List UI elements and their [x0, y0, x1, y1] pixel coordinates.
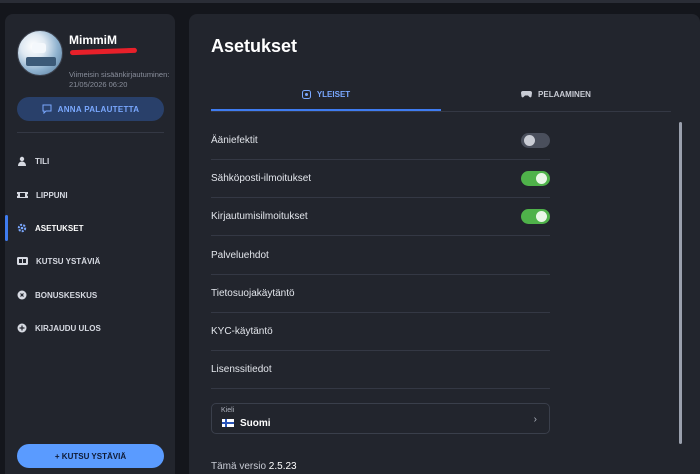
sidebar-item-label: KIRJAUDU ULOS — [35, 323, 101, 333]
gear-icon — [17, 223, 27, 233]
settings-panel: Asetukset YLEISET PELAAMINEN Ääniefektit… — [189, 14, 700, 474]
sidebar-item-label: BONUSKESKUS — [35, 290, 98, 300]
sidebar-divider — [17, 132, 164, 133]
link-terms-of-service[interactable]: Palveluehdot — [211, 237, 550, 275]
sidebar-item-tickets[interactable]: LIPPUNI — [5, 180, 175, 210]
sidebar-item-account[interactable]: TILI — [5, 146, 175, 176]
logout-icon — [17, 323, 27, 333]
sidebar-item-settings[interactable]: ASETUKSET — [5, 213, 175, 243]
sidebar-item-logout[interactable]: KIRJAUDU ULOS — [5, 313, 175, 343]
login-notifications-toggle[interactable] — [521, 209, 550, 224]
sidebar-item-label: LIPPUNI — [36, 190, 68, 200]
link-privacy-policy[interactable]: Tietosuojakäytäntö — [211, 275, 550, 313]
redaction-mark — [69, 47, 138, 56]
setting-sound-effects: Ääniefektit — [211, 122, 550, 160]
sidebar-item-label: TILI — [35, 156, 50, 166]
top-bar — [0, 0, 700, 3]
link-label: Lisenssitiedot — [211, 364, 272, 375]
version-info: Tämä versio 2.5.23 — [211, 461, 297, 472]
setting-label: Ääniefektit — [211, 135, 258, 146]
setting-email-notifications: Sähköposti-ilmoitukset — [211, 160, 550, 198]
link-label: Palveluehdot — [211, 250, 269, 261]
sound-effects-toggle[interactable] — [521, 133, 550, 148]
language-value: Suomi — [240, 418, 271, 429]
avatar[interactable] — [17, 30, 63, 76]
chevron-right-icon: › — [533, 414, 537, 425]
username: MimmiM — [69, 33, 117, 47]
sidebar: MimmiM Viimeisin sisäänkirjautuminen: 21… — [5, 14, 175, 474]
scrollbar[interactable] — [679, 122, 682, 444]
page-title: Asetukset — [211, 36, 298, 56]
user-icon — [18, 156, 26, 166]
bonus-icon — [17, 290, 27, 300]
finland-flag-icon — [222, 419, 234, 427]
version-label: Tämä versio — [211, 461, 267, 472]
tab-gaming[interactable]: PELAAMINEN — [441, 76, 671, 112]
setting-login-notifications: Kirjautumisilmoitukset — [211, 198, 550, 236]
last-login-text: Viimeisin sisäänkirjautuminen: 21/05/202… — [69, 70, 170, 89]
language-label: Kieli — [221, 407, 235, 414]
sidebar-item-label: ASETUKSET — [35, 223, 84, 233]
tab-divider — [211, 111, 671, 112]
chat-icon — [42, 104, 52, 114]
version-number: 2.5.23 — [268, 461, 297, 472]
feedback-button-label: ANNA PALAUTETTA — [57, 104, 140, 114]
ticket-icon — [17, 192, 28, 198]
sidebar-item-invite-friends[interactable]: KUTSU YSTÄVIÄ — [5, 246, 175, 276]
invite-friends-button[interactable]: + KUTSU YSTÄVIÄ — [17, 444, 164, 468]
feedback-button[interactable]: ANNA PALAUTETTA — [17, 97, 164, 121]
link-license-info[interactable]: Lisenssitiedot — [211, 351, 550, 389]
invite-friends-icon — [17, 257, 28, 265]
gamepad-icon — [521, 91, 533, 98]
sidebar-item-label: KUTSU YSTÄVIÄ — [36, 256, 101, 266]
setting-label: Sähköposti-ilmoitukset — [211, 173, 312, 184]
sidebar-item-bonus-center[interactable]: BONUSKESKUS — [5, 280, 175, 310]
link-label: KYC-käytäntö — [211, 326, 273, 337]
tab-general[interactable]: YLEISET — [211, 76, 441, 112]
tab-label: PELAAMINEN — [538, 89, 591, 99]
link-label: Tietosuojakäytäntö — [211, 288, 295, 299]
setting-label: Kirjautumisilmoitukset — [211, 211, 308, 222]
email-notifications-toggle[interactable] — [521, 171, 550, 186]
link-kyc-policy[interactable]: KYC-käytäntö — [211, 313, 550, 351]
general-icon — [301, 89, 311, 99]
language-select[interactable]: Kieli Suomi › — [211, 403, 550, 434]
tab-label: YLEISET — [316, 89, 351, 99]
